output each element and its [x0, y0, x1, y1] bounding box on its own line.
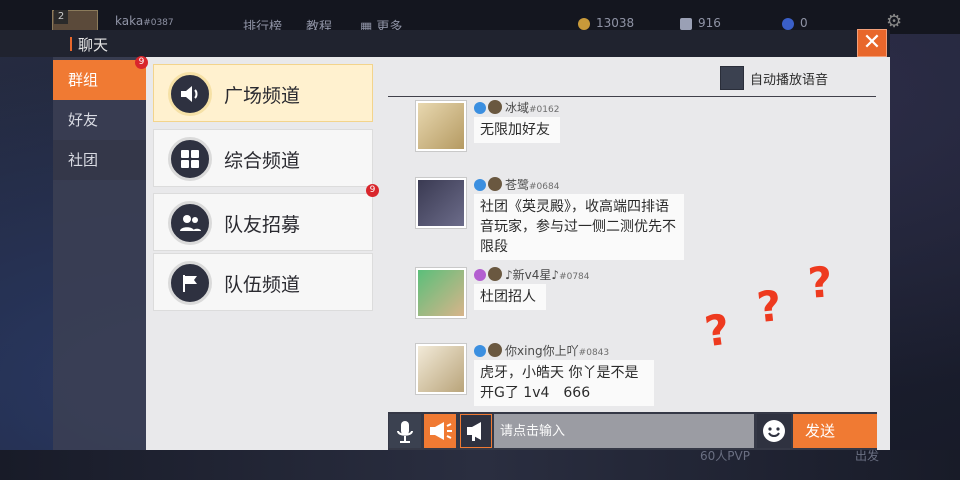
message-bubble: 社团《英灵殿》，收高端四排语音玩家，参与过一侧二测优先不限段 [474, 194, 684, 260]
flag-icon [168, 261, 212, 305]
close-button[interactable]: ✕ [857, 29, 887, 57]
avatar[interactable] [416, 178, 466, 228]
sender-name: 苍鹭 [505, 178, 530, 192]
gem-icon [680, 18, 692, 30]
male-icon [474, 102, 486, 114]
token-icon [782, 18, 794, 30]
message-sender: 冰域#0162 [474, 99, 559, 116]
channel-recruit-badge: 9 [366, 184, 379, 197]
microphone-icon [397, 421, 413, 443]
channel-plaza-label: 广场频道 [224, 85, 301, 107]
tab-friends[interactable]: 好友 [53, 100, 146, 140]
tab-friends-label: 好友 [68, 111, 99, 129]
chat-title: 聊天 [78, 36, 109, 54]
sender-tag: #0843 [578, 348, 610, 358]
message-input[interactable] [494, 414, 754, 448]
avatar[interactable] [416, 101, 466, 151]
avatar[interactable] [416, 268, 466, 318]
speaker-icon [168, 72, 212, 116]
send-button[interactable]: 发送 [793, 414, 877, 448]
message-sender: 苍鹭#0684 [474, 176, 559, 193]
channel-recruit-label: 队友招募 [224, 214, 301, 236]
megaphone-icon [430, 422, 452, 440]
player-level: 2 [54, 10, 68, 24]
mode-label: 60人PVP [700, 449, 750, 463]
broadcast-button[interactable] [460, 414, 492, 448]
channel-general-label: 综合频道 [224, 150, 301, 172]
grid-icon [168, 137, 212, 181]
male-icon [474, 179, 486, 191]
annotation-question-mark: ? [806, 257, 835, 308]
rank-icon [488, 100, 502, 114]
background-bottom-strip: 60人PVP 出发 [0, 449, 960, 480]
gold-count: 13038 [596, 16, 635, 30]
title-accent [70, 37, 72, 51]
autoplay-voice-checkbox[interactable] [720, 66, 744, 90]
team-icon [168, 201, 212, 245]
rank-icon [488, 343, 502, 357]
channel-recruit[interactable]: 队友招募 [153, 193, 373, 251]
game-top-bar: 2 kaka#0387 排行榜 教程 ▦ 更多 13038 916 0 ⚙ [0, 0, 960, 35]
tab-club-label: 社团 [68, 151, 99, 169]
channel-plaza[interactable]: 广场频道 [153, 64, 373, 122]
megaphone-icon [467, 422, 481, 441]
gear-icon[interactable]: ⚙ [886, 12, 906, 32]
sender-tag: #0784 [559, 272, 590, 282]
sender-name: 冰域 [505, 101, 530, 115]
sender-name: ♪新v4星♪ [505, 268, 560, 282]
gold-coin-icon [578, 18, 590, 30]
message-bubble: 虎牙，小皓天 你丫是不是开G了 1v4 666 [474, 360, 654, 406]
autoplay-voice-label: 自动播放语音 [750, 73, 829, 88]
channel-general[interactable]: 综合频道 [153, 129, 373, 187]
chat-header: 聊天 [0, 30, 890, 57]
tab-group-label: 群组 [68, 71, 99, 89]
avatar[interactable] [416, 344, 466, 394]
sender-tag: #0162 [529, 105, 560, 115]
message-bubble: 无限加好友 [474, 117, 560, 143]
close-icon: ✕ [862, 30, 882, 55]
rank-icon [488, 267, 502, 281]
player-name: kaka#0387 [115, 14, 174, 28]
smiley-icon [763, 420, 785, 442]
start-label: 出发 [855, 449, 880, 463]
tab-club[interactable]: 社团 [53, 140, 146, 180]
rank-icon [488, 177, 502, 191]
channel-team-label: 队伍频道 [224, 274, 301, 296]
sender-tag: #0684 [529, 182, 560, 192]
female-icon [474, 269, 486, 281]
token-count: 0 [800, 16, 808, 30]
male-icon [474, 345, 486, 357]
message-sender: ♪新v4星♪#0784 [474, 266, 590, 283]
voice-input-button[interactable] [389, 414, 421, 448]
channel-team[interactable]: 队伍频道 [153, 253, 373, 311]
message-sender: 你xing你上吖#0843 [474, 342, 609, 359]
tab-group[interactable]: 群组 [53, 60, 146, 100]
gem-count: 916 [698, 16, 721, 30]
sender-name: 你xing你上吖 [505, 344, 579, 358]
annotation-question-mark: ? [754, 280, 784, 333]
megaphone-button[interactable] [424, 414, 456, 448]
emoji-button[interactable] [757, 414, 791, 448]
chat-divider [388, 96, 876, 97]
message-bubble: 杜团招人 [474, 284, 546, 310]
tab-group-badge: 9 [135, 56, 148, 69]
